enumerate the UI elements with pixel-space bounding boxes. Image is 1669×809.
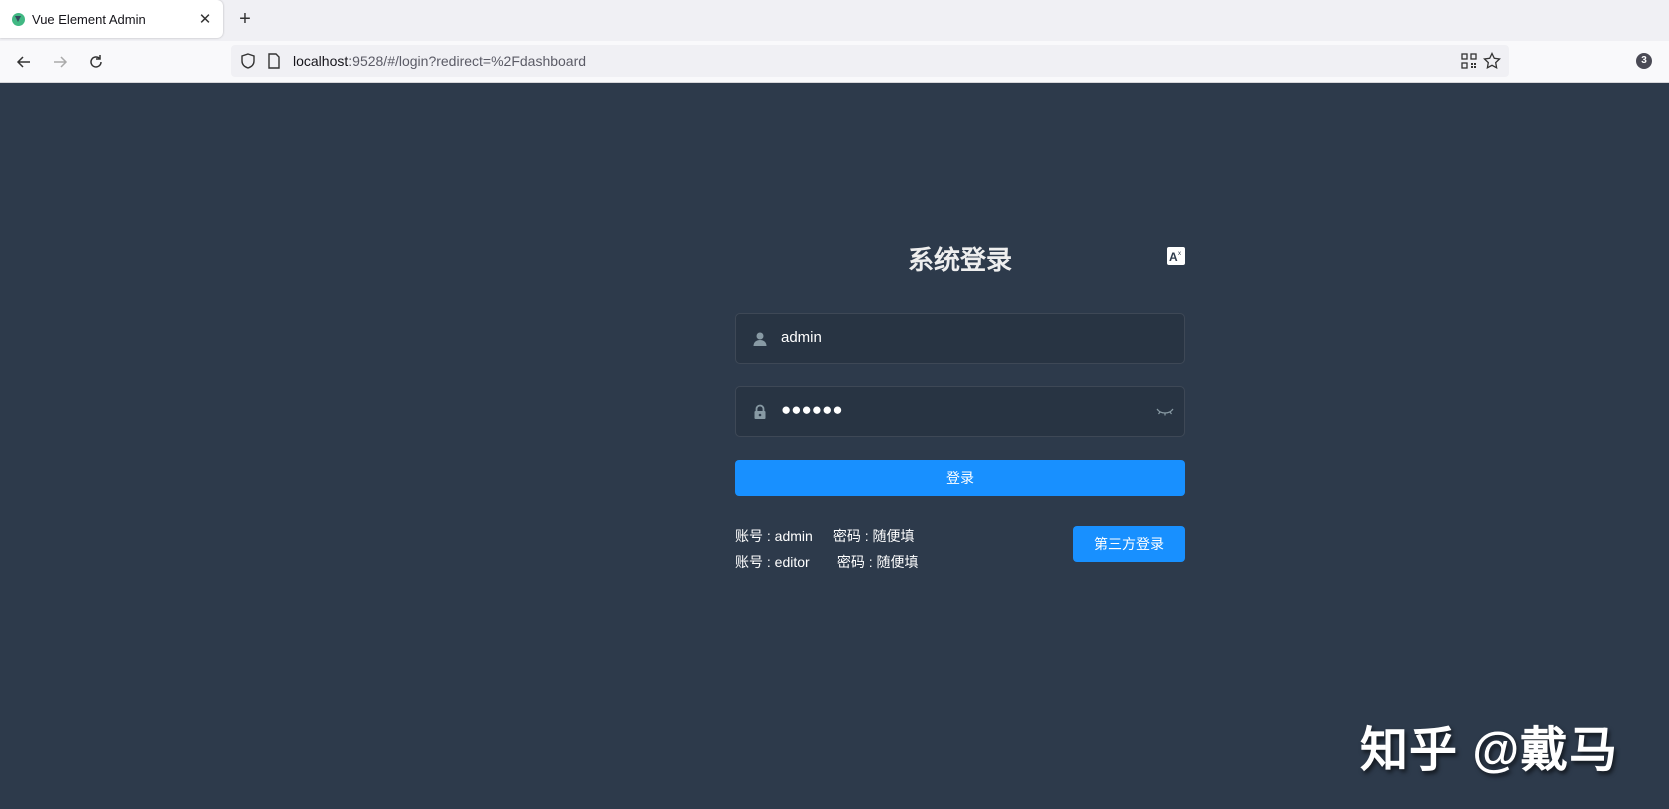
username-input[interactable]: admin <box>781 329 822 346</box>
tips-password: 密码 : 随便填 <box>832 528 915 544</box>
eye-closed-icon[interactable] <box>1156 404 1174 418</box>
password-input[interactable]: ●●●●●● <box>781 400 843 420</box>
new-tab-button[interactable]: + <box>234 8 256 30</box>
reload-icon <box>90 55 102 68</box>
login-title: 系统登录 <box>907 245 1012 275</box>
tab-title: Vue Element Admin <box>32 11 146 27</box>
page-icon[interactable] <box>267 53 281 69</box>
tips-account: 账号 : admin <box>735 528 813 544</box>
vue-favicon-icon <box>12 12 25 26</box>
tab-close-icon[interactable]: ✕ <box>195 9 215 29</box>
star-icon[interactable] <box>1483 52 1501 70</box>
svg-text:A: A <box>1169 250 1178 264</box>
user-icon <box>753 332 767 346</box>
back-icon <box>16 56 30 68</box>
tips-password: 密码 : 随便填 <box>836 554 919 570</box>
browser-tab[interactable]: Vue Element Admin ✕ <box>0 0 223 38</box>
address-bar[interactable]: localhost:9528/#/login?redirect=%2Fdashb… <box>231 45 1509 77</box>
svg-text:x: x <box>1178 251 1181 257</box>
username-field[interactable]: admin <box>735 313 1185 364</box>
watermark: 知乎 @戴马 <box>1360 724 1619 777</box>
tips-row: 账号 : admin 密码 : 随便填 <box>735 526 915 546</box>
extension-badge[interactable]: 3 <box>1636 53 1652 69</box>
reload-button[interactable] <box>84 50 108 74</box>
back-button[interactable] <box>12 50 36 74</box>
browser-nav-bar: localhost:9528/#/login?redirect=%2Fdashb… <box>0 41 1669 83</box>
url-host: localhost <box>293 53 349 69</box>
password-field[interactable]: ●●●●●● <box>735 386 1185 437</box>
lock-icon <box>754 404 766 419</box>
forward-button[interactable] <box>48 50 72 74</box>
third-party-login-button[interactable]: 第三方登录 <box>1073 526 1185 562</box>
tips-row: 账号 : editor 密码 : 随便填 <box>735 552 919 572</box>
login-button[interactable]: 登录 <box>735 460 1185 496</box>
forward-icon <box>54 56 68 68</box>
language-switch-icon[interactable]: A x <box>1167 247 1185 265</box>
qr-code-icon[interactable] <box>1461 53 1477 69</box>
tips-account: 账号 : editor <box>735 554 810 570</box>
url-text[interactable]: localhost:9528/#/login?redirect=%2Fdashb… <box>293 53 586 69</box>
shield-icon[interactable] <box>239 52 257 70</box>
browser-tab-bar: Vue Element Admin ✕ + <box>0 0 1669 41</box>
url-path: :9528/#/login?redirect=%2Fdashboard <box>348 53 587 69</box>
